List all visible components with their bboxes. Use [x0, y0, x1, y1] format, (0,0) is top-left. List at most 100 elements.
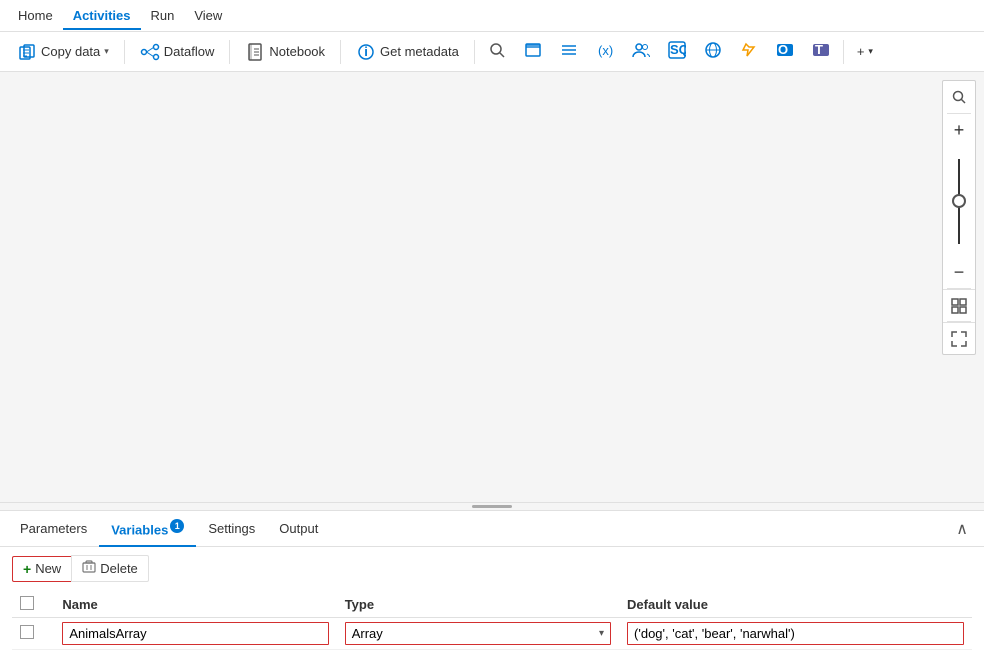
tab-variables[interactable]: Variables1: [99, 511, 196, 545]
list-icon: [560, 41, 578, 62]
new-plus-icon: +: [23, 561, 31, 577]
globe-toolbar-button[interactable]: [697, 36, 729, 67]
svg-text:i: i: [364, 44, 368, 59]
variables-content: + New Delete Name Type Default value: [0, 547, 984, 658]
tabs-row: Parameters Variables1 Settings Output ∧: [0, 511, 984, 547]
delete-label: Delete: [100, 561, 138, 576]
sql-toolbar-button[interactable]: SQL: [661, 36, 693, 67]
fit-view-button[interactable]: [943, 289, 975, 321]
tab-output[interactable]: Output: [267, 513, 330, 544]
svg-text:(x): (x): [598, 43, 613, 58]
collapse-bar: [472, 505, 512, 508]
more-button[interactable]: + ▾: [850, 41, 880, 62]
svg-text:O: O: [778, 42, 788, 57]
variable-toolbar-button[interactable]: (x): [589, 36, 621, 67]
menu-item-activities[interactable]: Activities: [63, 2, 141, 29]
separator-4: [474, 40, 475, 64]
power-toolbar-button[interactable]: [733, 36, 765, 67]
copy-data-icon: [17, 42, 37, 62]
variables-table: Name Type Default value Array: [12, 592, 972, 650]
search-toolbar-button[interactable]: [481, 36, 513, 67]
header-name: Name: [54, 592, 336, 618]
variable-icon: (x): [596, 41, 614, 62]
variables-badge: 1: [170, 519, 184, 533]
canvas-area: + −: [0, 72, 984, 502]
notebook-icon: [245, 42, 265, 62]
separator-5: [843, 40, 844, 64]
type-value: Array: [352, 626, 383, 641]
zoom-controls: + −: [942, 80, 976, 355]
svg-text:T: T: [815, 42, 823, 57]
metadata-icon: i: [356, 42, 376, 62]
more-dropdown-icon: ▾: [868, 46, 873, 57]
row-name-cell: [54, 618, 336, 650]
separator-3: [340, 40, 341, 64]
panel-actions: + New Delete: [12, 555, 972, 582]
power-icon: [740, 41, 758, 62]
delete-trash-icon: [82, 560, 96, 577]
panel-collapse-button[interactable]: ∧: [948, 515, 976, 543]
copy-data-dropdown-icon: ▾: [104, 46, 109, 57]
list-toolbar-button[interactable]: [553, 36, 585, 67]
notebook-button[interactable]: Notebook: [236, 37, 334, 67]
menu-item-run[interactable]: Run: [141, 2, 185, 29]
table-row: Array ▾: [12, 618, 972, 650]
new-button[interactable]: + New: [12, 556, 71, 582]
menu-item-home[interactable]: Home: [8, 2, 63, 29]
people-icon: [632, 41, 650, 62]
zoom-search-button[interactable]: [943, 81, 975, 113]
table-header-row: Name Type Default value: [12, 592, 972, 618]
tab-settings[interactable]: Settings: [196, 513, 267, 544]
bottom-panel: Parameters Variables1 Settings Output ∧ …: [0, 502, 984, 658]
outlook-toolbar-button[interactable]: O: [769, 36, 801, 67]
search-toolbar-icon: [488, 41, 506, 62]
script-toolbar-button[interactable]: [517, 36, 549, 67]
header-checkbox[interactable]: [20, 596, 34, 610]
default-value-input[interactable]: [627, 622, 964, 645]
zoom-out-button[interactable]: −: [943, 256, 975, 288]
people-toolbar-button[interactable]: [625, 36, 657, 67]
row-check-cell: [12, 618, 54, 650]
tabs-left: Parameters Variables1 Settings Output: [8, 511, 330, 545]
separator-1: [124, 40, 125, 64]
tab-parameters[interactable]: Parameters: [8, 513, 99, 544]
teams-icon: T: [812, 41, 830, 62]
teams-toolbar-button[interactable]: T: [805, 36, 837, 67]
type-select[interactable]: Array ▾: [345, 622, 611, 645]
name-input[interactable]: [62, 622, 328, 645]
notebook-label: Notebook: [269, 44, 325, 59]
copy-data-button[interactable]: Copy data ▾: [8, 37, 118, 67]
delete-button[interactable]: Delete: [71, 555, 149, 582]
plus-icon: +: [857, 44, 865, 59]
zoom-thumb[interactable]: [952, 194, 966, 208]
outlook-icon: O: [776, 41, 794, 62]
chevron-down-icon: ▾: [599, 628, 604, 639]
row-checkbox[interactable]: [20, 625, 34, 639]
toolbar: Copy data ▾ Dataflow Notebook: [0, 32, 984, 72]
svg-text:SQL: SQL: [670, 42, 686, 57]
header-check: [12, 592, 54, 618]
zoom-in-button[interactable]: +: [943, 114, 975, 146]
expand-button[interactable]: [943, 322, 975, 354]
zoom-track: [958, 159, 960, 244]
collapse-handle[interactable]: [0, 503, 984, 511]
sql-icon: SQL: [668, 41, 686, 62]
separator-2: [229, 40, 230, 64]
script-icon: [524, 41, 542, 62]
menu-item-view[interactable]: View: [184, 2, 232, 29]
globe-icon: [704, 41, 722, 62]
zoom-slider-track: [958, 146, 960, 256]
row-type-cell: Array ▾: [337, 618, 619, 650]
row-default-cell: [619, 618, 972, 650]
header-default: Default value: [619, 592, 972, 618]
menu-bar: Home Activities Run View: [0, 0, 984, 32]
get-metadata-label: Get metadata: [380, 44, 459, 59]
new-label: New: [35, 561, 61, 576]
copy-data-label: Copy data: [41, 44, 100, 59]
header-type: Type: [337, 592, 619, 618]
get-metadata-button[interactable]: i Get metadata: [347, 37, 468, 67]
dataflow-label: Dataflow: [164, 44, 215, 59]
dataflow-button[interactable]: Dataflow: [131, 37, 224, 67]
dataflow-icon: [140, 42, 160, 62]
tab-variables-label: Variables: [111, 523, 168, 538]
